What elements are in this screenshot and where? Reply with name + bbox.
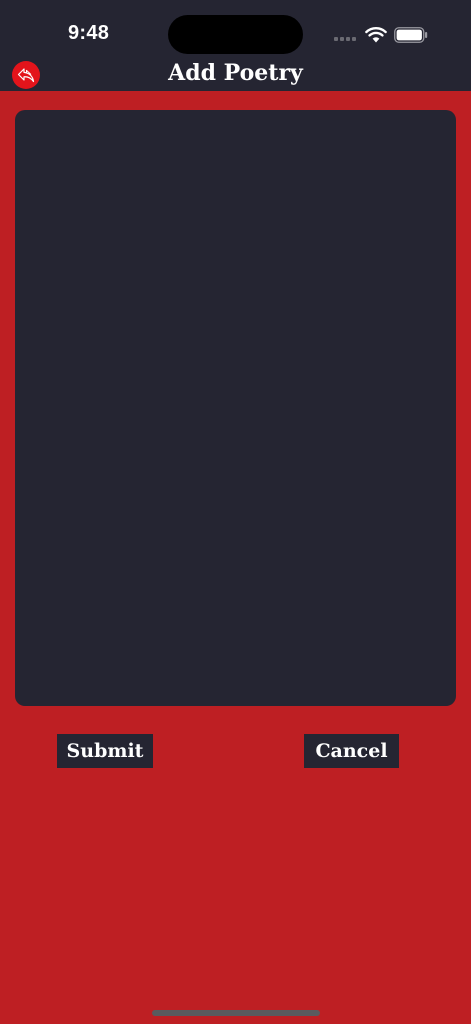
poetry-text-area[interactable] (15, 110, 456, 706)
status-time: 9:48 (68, 22, 110, 44)
wifi-icon (365, 27, 387, 43)
cellular-signal-icon (334, 37, 356, 41)
cancel-button[interactable]: Cancel (304, 734, 399, 768)
page-title: Add Poetry (168, 60, 303, 86)
battery-icon (394, 27, 428, 43)
dynamic-island (168, 15, 303, 54)
submit-button[interactable]: Submit (57, 734, 153, 768)
nav-header: 9:48 Add Poetry (0, 0, 471, 91)
home-indicator (152, 1010, 320, 1016)
